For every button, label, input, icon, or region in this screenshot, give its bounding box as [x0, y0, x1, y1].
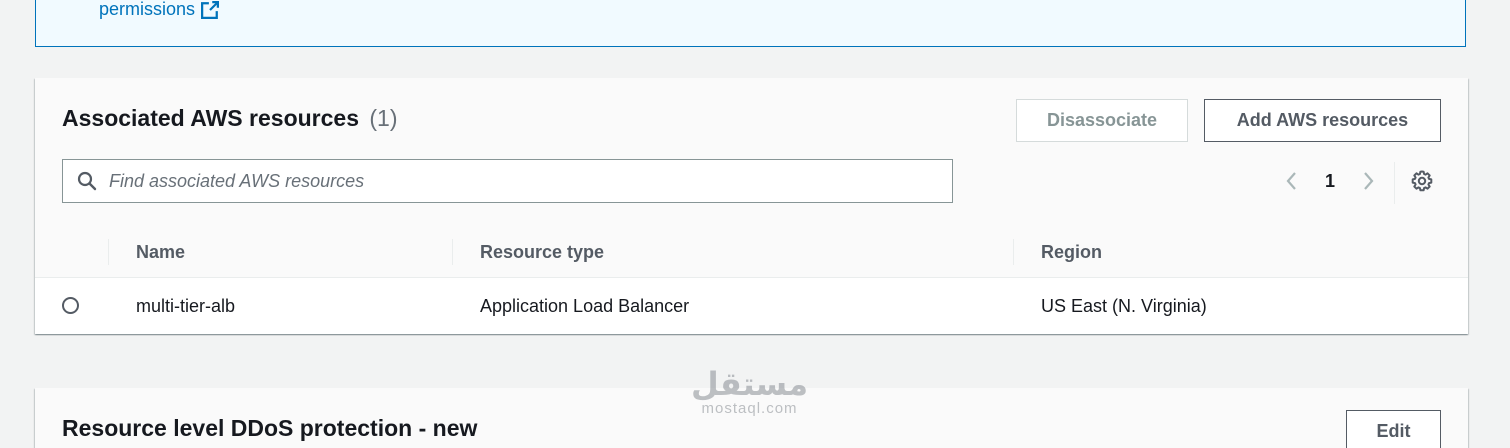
panel-title: Associated AWS resources (1) — [62, 105, 398, 132]
pagination: 1 — [1278, 167, 1382, 195]
cell-name: multi-tier-alb — [136, 295, 236, 316]
row-select-radio[interactable] — [62, 297, 79, 314]
chevron-right-icon — [1364, 172, 1374, 190]
next-page-button[interactable] — [1354, 167, 1382, 195]
cell-region: US East (N. Virginia) — [1041, 295, 1207, 316]
panel-title-text: Associated AWS resources — [62, 105, 359, 131]
search-input[interactable] — [107, 169, 911, 193]
external-link-icon — [201, 0, 220, 19]
resource-count: (1) — [369, 105, 398, 131]
column-header-region[interactable]: Region — [1041, 226, 1102, 278]
column-separator — [1013, 239, 1014, 265]
column-separator — [452, 239, 453, 265]
current-page[interactable]: 1 — [1306, 171, 1354, 192]
watermark-logo: مستقل mostaql.com — [691, 368, 808, 417]
pager-divider — [1394, 162, 1395, 204]
search-icon — [77, 171, 97, 191]
table-row[interactable]: multi-tier-alb Application Load Balancer… — [35, 278, 1468, 334]
chevron-left-icon — [1286, 172, 1296, 190]
column-header-resource-type[interactable]: Resource type — [480, 226, 604, 278]
cell-resource-type: Application Load Balancer — [480, 295, 690, 316]
associated-resources-panel: Associated AWS resources (1) Disassociat… — [35, 78, 1468, 334]
permissions-link[interactable]: permissions — [99, 0, 220, 20]
watermark-latin: mostaql.com — [701, 400, 798, 417]
permissions-link-label: permissions — [99, 0, 196, 19]
previous-page-button[interactable] — [1278, 167, 1306, 195]
add-aws-resources-button[interactable]: Add AWS resources — [1204, 99, 1441, 142]
disassociate-button[interactable]: Disassociate — [1016, 99, 1188, 142]
table-header: Name Resource type Region — [35, 226, 1468, 278]
column-header-name[interactable]: Name — [136, 226, 185, 278]
panel-header: Associated AWS resources (1) Disassociat… — [35, 78, 1468, 227]
edit-button[interactable]: Edit — [1346, 410, 1441, 448]
search-field[interactable] — [62, 159, 953, 203]
info-alert: permissions — [35, 0, 1466, 47]
column-separator — [108, 239, 109, 265]
watermark-arabic: مستقل — [691, 366, 809, 402]
gear-icon[interactable] — [1410, 169, 1434, 193]
